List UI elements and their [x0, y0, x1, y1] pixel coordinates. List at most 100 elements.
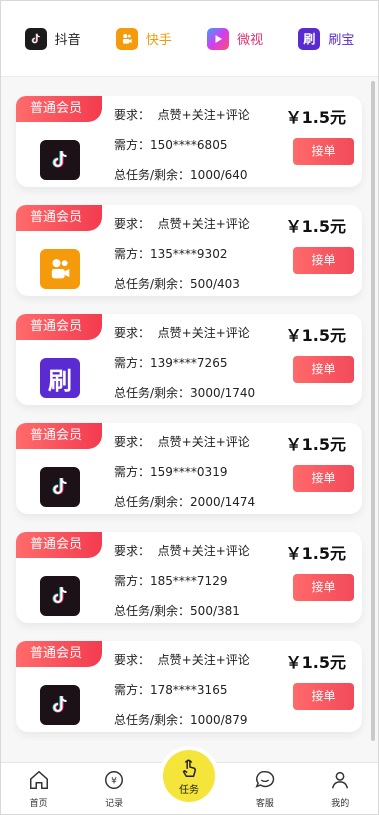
requirement-row: 要求： 点赞+关注+评论 — [114, 106, 250, 123]
requester-row: 需方：150****6805 — [114, 136, 227, 153]
accept-button[interactable]: 接单 — [293, 683, 354, 710]
requester-phone: 159****0319 — [150, 465, 228, 479]
nav-home[interactable]: 首页 — [9, 769, 69, 809]
member-badge: 普通会员 — [16, 641, 102, 667]
nav-mine-label: 我的 — [331, 799, 350, 809]
accept-button[interactable]: 接单 — [293, 574, 354, 601]
requirement-value: 点赞+关注+评论 — [157, 217, 250, 231]
nav-mine[interactable]: 我的 — [310, 769, 370, 809]
total-label: 总任务/剩余： — [114, 604, 191, 618]
requester-label: 需方： — [114, 138, 151, 152]
requester-row: 需方：135****9302 — [114, 245, 227, 262]
member-badge: 普通会员 — [16, 205, 102, 231]
total-row: 总任务/剩余：3000/1740 — [114, 384, 255, 401]
douyin-logo-icon — [40, 467, 80, 507]
accept-button[interactable]: 接单 — [293, 247, 354, 274]
total-row: 总任务/剩余：500/381 — [114, 602, 240, 619]
price: ￥1.5元 — [285, 435, 346, 454]
requester-phone: 185****7129 — [150, 574, 228, 588]
price: ￥1.5元 — [285, 108, 346, 127]
requester-row: 需方：178****3165 — [114, 681, 227, 698]
douyin-icon — [24, 27, 47, 50]
requester-row: 需方：185****7129 — [114, 572, 227, 589]
douyin-logo-icon — [40, 685, 80, 725]
platform-tabs: 抖音 快手 微视 刷 刷宝 — [1, 1, 378, 77]
total-row: 总任务/剩余：500/403 — [114, 275, 240, 292]
kuaishou-logo-icon — [40, 249, 80, 289]
price: ￥1.5元 — [285, 326, 346, 345]
total-label: 总任务/剩余： — [114, 713, 191, 727]
user-icon — [329, 769, 351, 794]
requirement-value: 点赞+关注+评论 — [157, 435, 250, 449]
tab-weishi-label: 微视 — [237, 33, 264, 48]
hand-tap-icon — [178, 757, 200, 783]
requester-label: 需方： — [114, 465, 151, 479]
total-value: 500/403 — [190, 277, 240, 291]
requirement-row: 要求： 点赞+关注+评论 — [114, 324, 250, 341]
nav-service-label: 客服 — [255, 799, 274, 809]
total-row: 总任务/剩余：1000/640 — [114, 166, 248, 183]
total-value: 1000/640 — [190, 168, 248, 182]
requirement-value: 点赞+关注+评论 — [157, 108, 250, 122]
total-value: 2000/1474 — [190, 495, 256, 509]
tab-kuaishou[interactable]: 快手 — [115, 27, 172, 50]
accept-button[interactable]: 接单 — [293, 138, 354, 165]
requester-phone: 139****7265 — [150, 356, 228, 370]
nav-task-label: 任务 — [179, 784, 199, 796]
total-label: 总任务/剩余： — [114, 495, 191, 509]
task-list: 普通会员 要求： 点赞+关注+评论 需方：150****6805 总任务/剩余：… — [16, 96, 362, 750]
tab-douyin[interactable]: 抖音 — [24, 27, 81, 50]
scrollbar[interactable] — [371, 81, 375, 741]
price: ￥1.5元 — [285, 217, 346, 236]
requirement-label: 要求： — [114, 326, 151, 340]
member-badge: 普通会员 — [16, 532, 102, 558]
weishi-icon — [207, 27, 230, 50]
nav-records[interactable]: ¥ 记录 — [84, 769, 144, 809]
accept-button[interactable]: 接单 — [293, 465, 354, 492]
requirement-value: 点赞+关注+评论 — [157, 653, 250, 667]
member-badge: 普通会员 — [16, 423, 102, 449]
task-card: 普通会员 要求： 点赞+关注+评论 需方：185****7129 总任务/剩余：… — [16, 532, 362, 623]
requirement-label: 要求： — [114, 108, 151, 122]
douyin-logo-icon — [40, 576, 80, 616]
price: ￥1.5元 — [285, 544, 346, 563]
requirement-label: 要求： — [114, 653, 151, 667]
requirement-label: 要求： — [114, 435, 151, 449]
tab-shuabao-label: 刷宝 — [328, 33, 355, 48]
requester-label: 需方： — [114, 247, 151, 261]
requester-label: 需方： — [114, 574, 151, 588]
requester-phone: 178****3165 — [150, 683, 228, 697]
svg-text:¥: ¥ — [111, 776, 117, 787]
requirement-row: 要求： 点赞+关注+评论 — [114, 651, 250, 668]
requirement-value: 点赞+关注+评论 — [157, 544, 250, 558]
shuabao-logo-icon: 刷 — [40, 358, 80, 398]
requirement-row: 要求： 点赞+关注+评论 — [114, 542, 250, 559]
kuaishou-icon — [115, 27, 138, 50]
total-value: 3000/1740 — [190, 386, 256, 400]
task-card: 普通会员 要求： 点赞+关注+评论 需方：159****0319 总任务/剩余：… — [16, 423, 362, 514]
requirement-row: 要求： 点赞+关注+评论 — [114, 215, 250, 232]
tab-weishi[interactable]: 微视 — [207, 27, 264, 50]
requirement-label: 要求： — [114, 544, 151, 558]
douyin-logo-icon — [40, 140, 80, 180]
task-card: 普通会员 要求： 点赞+关注+评论 需方：150****6805 总任务/剩余：… — [16, 96, 362, 187]
requester-row: 需方：139****7265 — [114, 354, 227, 371]
nav-home-label: 首页 — [29, 799, 48, 809]
requirement-row: 要求： 点赞+关注+评论 — [114, 433, 250, 450]
home-icon — [28, 769, 50, 794]
total-value: 500/381 — [190, 604, 240, 618]
accept-button[interactable]: 接单 — [293, 356, 354, 383]
tab-shuabao[interactable]: 刷 刷宝 — [298, 27, 355, 50]
member-badge: 普通会员 — [16, 96, 102, 122]
total-label: 总任务/剩余： — [114, 386, 191, 400]
total-row: 总任务/剩余：2000/1474 — [114, 493, 255, 510]
shuabao-icon: 刷 — [298, 27, 321, 50]
task-card: 普通会员 要求： 点赞+关注+评论 需方：178****3165 总任务/剩余：… — [16, 641, 362, 732]
total-label: 总任务/剩余： — [114, 277, 191, 291]
requester-row: 需方：159****0319 — [114, 463, 227, 480]
nav-service[interactable]: 客服 — [235, 769, 295, 809]
requester-label: 需方： — [114, 683, 151, 697]
nav-task-button[interactable]: 任务 — [163, 750, 215, 802]
total-label: 总任务/剩余： — [114, 168, 191, 182]
task-card: 普通会员 刷 要求： 点赞+关注+评论 需方：139****7265 总任务/剩… — [16, 314, 362, 405]
